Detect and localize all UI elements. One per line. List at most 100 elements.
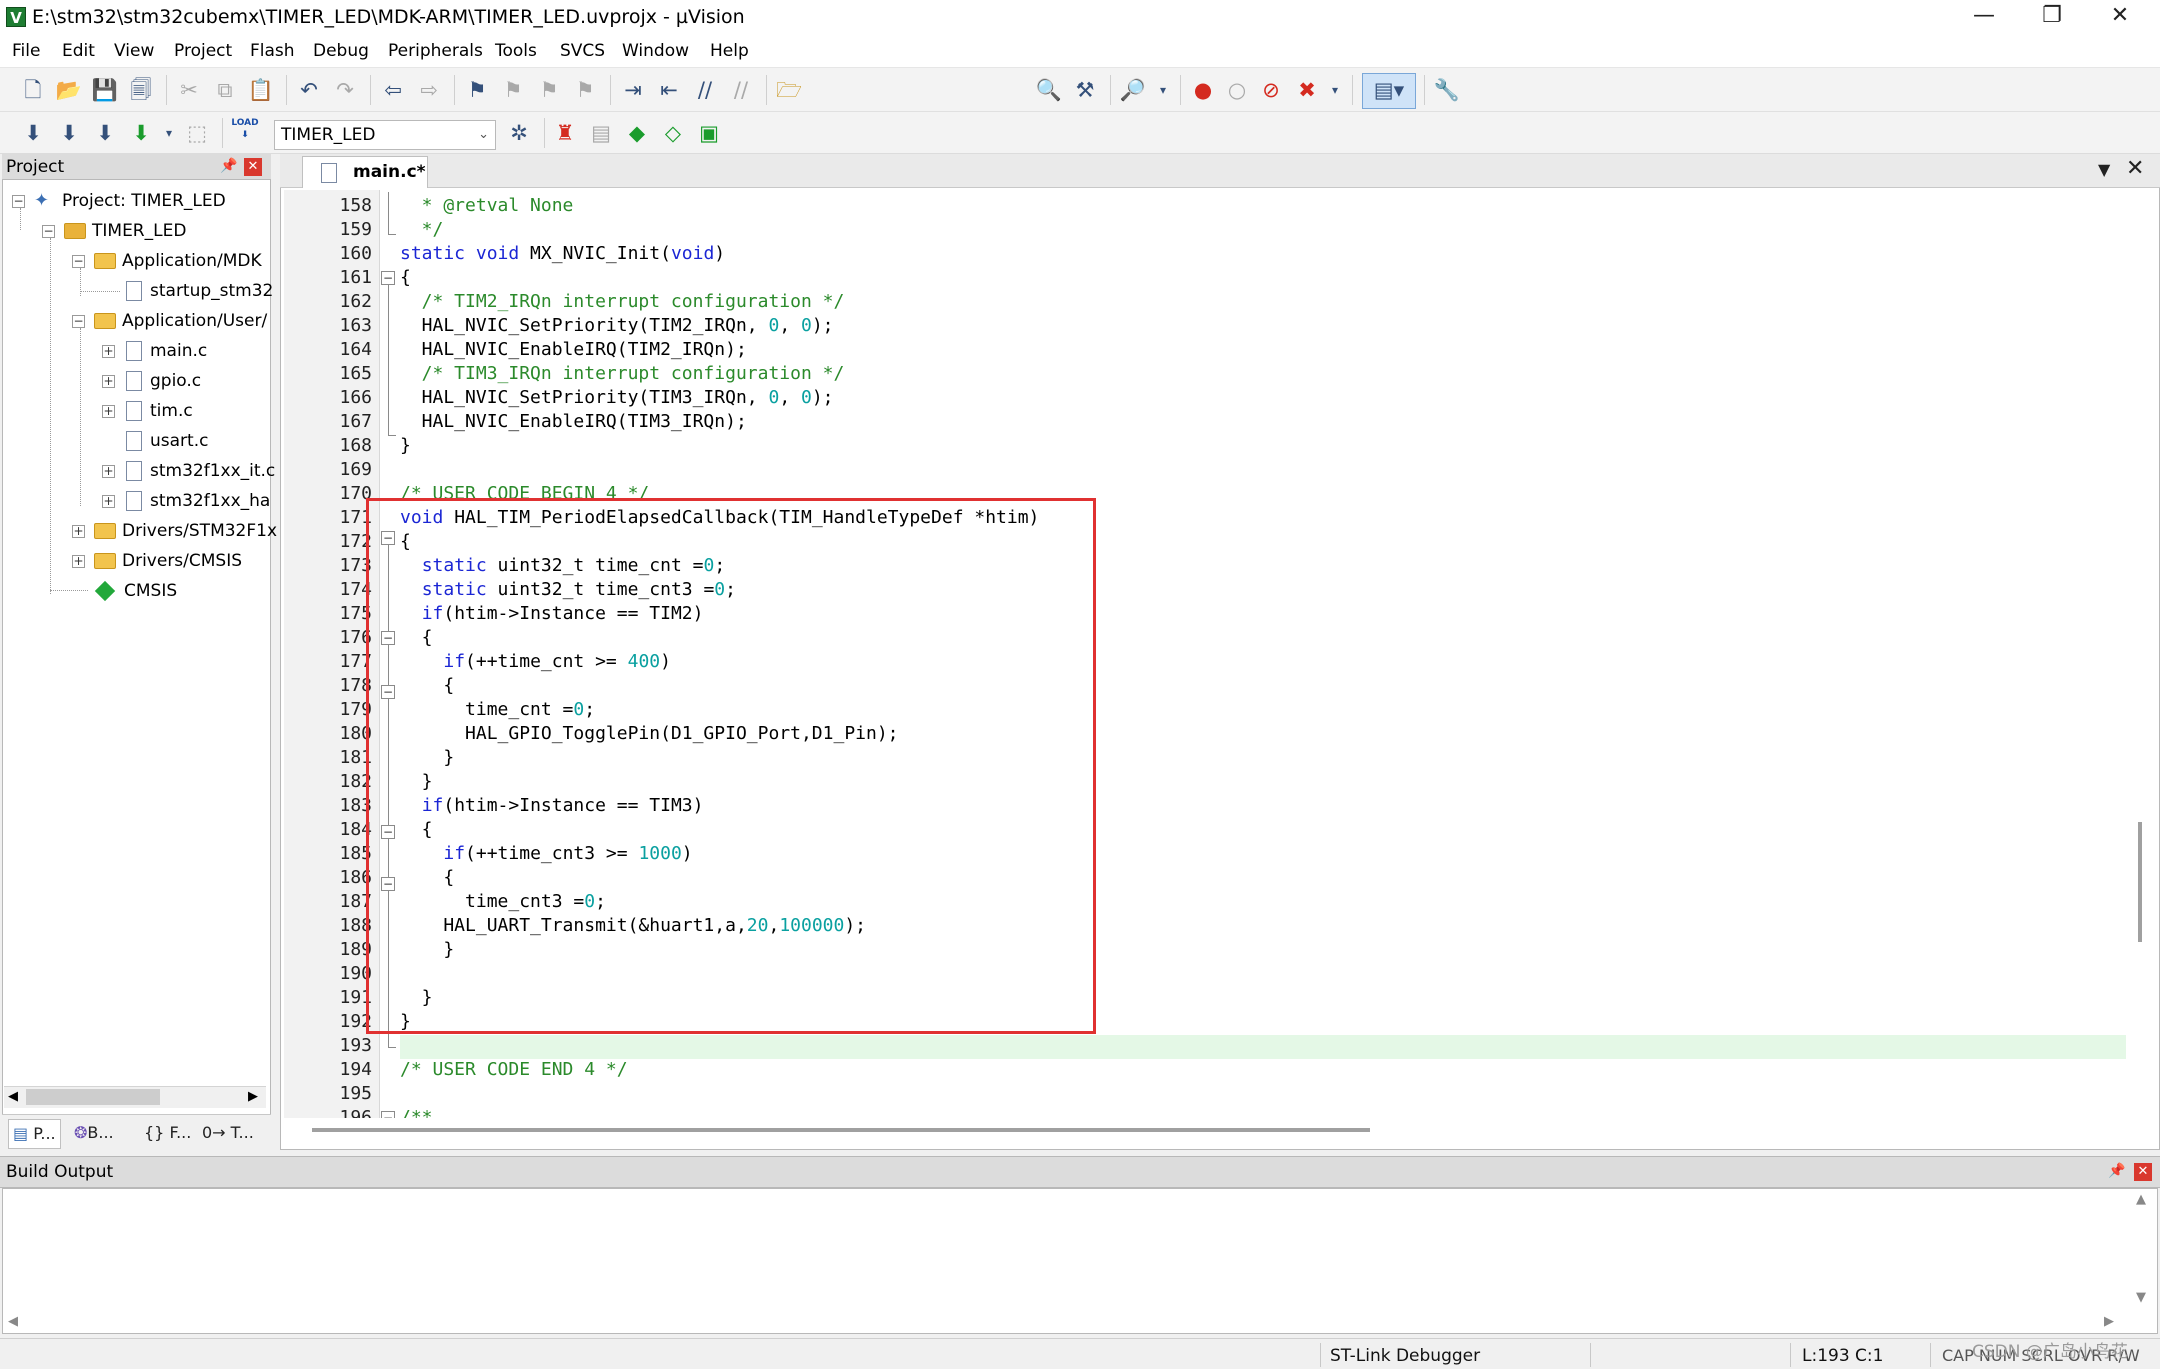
find-in-files-icon[interactable]: 🗁 <box>774 75 804 105</box>
uncomment-icon[interactable]: // <box>726 75 756 105</box>
tab-books[interactable]: ❂B... <box>74 1119 114 1147</box>
fold-toggle[interactable]: − <box>381 271 395 285</box>
code-line[interactable]: HAL_NVIC_EnableIRQ(TIM3_IRQn); <box>400 410 747 434</box>
stop-build-icon[interactable]: ⬚ <box>182 118 212 148</box>
menu-file[interactable]: File <box>12 41 40 61</box>
code-line[interactable]: } <box>400 434 411 458</box>
minimize-button[interactable]: — <box>1950 0 2018 34</box>
close-project-panel-icon[interactable]: ✕ <box>244 158 262 176</box>
scroll-thumb[interactable] <box>2138 822 2142 942</box>
menu-peripherals[interactable]: Peripherals <box>388 41 483 61</box>
scroll-right-icon[interactable]: ▶ <box>248 1089 258 1104</box>
tab-templates[interactable]: 0→ T... <box>202 1119 254 1147</box>
disable-all-breakpoints-icon[interactable]: ⊘ <box>1256 75 1286 105</box>
editor-tab-list-icon[interactable]: ▼ <box>2098 160 2110 179</box>
editor-close-icon[interactable]: ✕ <box>2126 156 2144 181</box>
code-line[interactable]: /* USER CODE END 4 */ <box>400 1058 628 1082</box>
select-packs-icon[interactable]: ▤ <box>586 118 616 148</box>
build-output-vertical-scrollbar[interactable]: ▲ ▼ <box>2128 1190 2156 1310</box>
tab-functions[interactable]: {} F... <box>144 1119 191 1147</box>
scroll-left-icon[interactable]: ◀ <box>8 1314 18 1329</box>
bookmark-icon[interactable]: ⚑ <box>462 75 492 105</box>
code-line[interactable]: /* TIM3_IRQn interrupt configuration */ <box>400 362 845 386</box>
project-horizontal-scrollbar[interactable]: ◀ ▶ <box>4 1086 266 1108</box>
save-all-icon[interactable]: 🗐 <box>126 75 156 105</box>
scroll-thumb[interactable] <box>26 1089 160 1105</box>
code-line[interactable]: /* TIM2_IRQn interrupt configuration */ <box>400 290 845 314</box>
navigate-forward-icon[interactable]: ⇨ <box>414 75 444 105</box>
tree-cmsis-component[interactable]: CMSIS <box>94 577 177 605</box>
pin-icon[interactable]: 📌 <box>2108 1163 2125 1179</box>
menu-svcs[interactable]: SVCS <box>560 41 605 61</box>
new-file-icon[interactable]: 🗋 <box>18 75 48 105</box>
tree-file-usart[interactable]: usart.c <box>126 427 208 455</box>
next-bookmark-icon[interactable]: ⚑ <box>534 75 564 105</box>
redo-icon[interactable]: ↷ <box>330 75 360 105</box>
debug-start-icon[interactable]: 🔎 <box>1118 75 1148 105</box>
copy-icon[interactable]: ⧉ <box>210 75 240 105</box>
window-layout-icon[interactable]: ▤▾ <box>1362 73 1416 109</box>
scroll-left-icon[interactable]: ◀ <box>8 1089 18 1104</box>
rebuild-icon[interactable]: ⬇ <box>90 118 120 148</box>
code-line[interactable]: */ <box>400 218 444 242</box>
manage-run-time-environment-icon[interactable]: ◆ <box>622 118 652 148</box>
configure-icon[interactable]: 🔧 <box>1432 75 1462 105</box>
scroll-thumb[interactable] <box>312 1128 1370 1132</box>
code-line[interactable]: { <box>400 266 411 290</box>
open-folder-icon[interactable]: 📂 <box>54 75 84 105</box>
restore-button[interactable]: ❐ <box>2018 0 2086 34</box>
clear-bookmarks-icon[interactable]: ⚑ <box>570 75 600 105</box>
disable-breakpoint-icon[interactable]: ○ <box>1222 75 1252 105</box>
pack-installer-icon[interactable]: ◇ <box>658 118 688 148</box>
batch-build-icon[interactable]: ⬇ <box>126 118 156 148</box>
scroll-up-icon[interactable]: ▲ <box>2136 1192 2146 1207</box>
undo-icon[interactable]: ↶ <box>294 75 324 105</box>
menu-debug[interactable]: Debug <box>313 41 369 61</box>
prev-bookmark-icon[interactable]: ⚑ <box>498 75 528 105</box>
comment-icon[interactable]: // <box>690 75 720 105</box>
navigate-back-icon[interactable]: ⇦ <box>378 75 408 105</box>
code-line[interactable]: static void MX_NVIC_Init(void) <box>400 242 725 266</box>
breakpoints-dropdown-icon[interactable]: ▾ <box>1320 75 1350 105</box>
menu-tools[interactable]: Tools <box>495 41 537 61</box>
indent-icon[interactable]: ⇥ <box>618 75 648 105</box>
source-browser-icon[interactable]: ⚒ <box>1070 75 1100 105</box>
build-icon[interactable]: ⬇ <box>54 118 84 148</box>
target-select[interactable]: TIMER_LED ⌄ <box>274 120 496 150</box>
editor-vertical-scrollbar[interactable] <box>2126 190 2156 1118</box>
code-line[interactable]: * @retval None <box>400 194 574 218</box>
menu-help[interactable]: Help <box>710 41 749 61</box>
code-line[interactable]: HAL_NVIC_SetPriority(TIM3_IRQn, 0, 0); <box>400 386 834 410</box>
breakpoint-icon[interactable]: ● <box>1188 75 1218 105</box>
kill-breakpoints-icon[interactable]: ✖ <box>1292 75 1322 105</box>
scroll-right-icon[interactable]: ▶ <box>2104 1314 2114 1329</box>
close-window-button[interactable]: ✕ <box>2086 0 2154 34</box>
unindent-icon[interactable]: ⇤ <box>654 75 684 105</box>
menu-window[interactable]: Window <box>622 41 689 61</box>
build-output-horizontal-scrollbar[interactable]: ◀ ▶ <box>4 1312 2126 1334</box>
manage-project-items-icon[interactable]: ♜ <box>550 118 580 148</box>
editor-tab-main-c[interactable]: main.c* <box>302 156 428 188</box>
target-options-icon[interactable]: ✲ <box>504 118 534 148</box>
menu-flash[interactable]: Flash <box>250 41 295 61</box>
incremental-find-icon[interactable]: 🔍 <box>1034 75 1064 105</box>
pin-icon[interactable]: 📌 <box>220 158 237 174</box>
cut-icon[interactable]: ✂ <box>174 75 204 105</box>
editor-horizontal-scrollbar[interactable] <box>284 1118 2126 1142</box>
translate-icon[interactable]: ⬇ <box>18 118 48 148</box>
menu-view[interactable]: View <box>114 41 154 61</box>
code-line[interactable]: HAL_NVIC_EnableIRQ(TIM2_IRQn); <box>400 338 747 362</box>
menu-project[interactable]: Project <box>174 41 232 61</box>
menu-edit[interactable]: Edit <box>62 41 95 61</box>
paste-icon[interactable]: 📋 <box>246 75 276 105</box>
scroll-down-icon[interactable]: ▼ <box>2136 1290 2146 1305</box>
cubemx-icon[interactable]: ▣ <box>694 118 724 148</box>
close-build-output-icon[interactable]: ✕ <box>2134 1163 2152 1181</box>
tab-project[interactable]: ▤ P... <box>8 1119 61 1149</box>
save-icon[interactable]: 💾 <box>90 75 120 105</box>
code-line[interactable]: HAL_NVIC_SetPriority(TIM2_IRQn, 0, 0); <box>400 314 834 338</box>
download-load-icon[interactable]: LOAD ⬇ <box>230 117 260 147</box>
tree-file-startup[interactable]: startup_stm32 <box>126 277 273 305</box>
debug-dropdown-icon[interactable]: ▾ <box>1148 75 1178 105</box>
batch-build-dropdown-icon[interactable]: ▾ <box>154 118 184 148</box>
